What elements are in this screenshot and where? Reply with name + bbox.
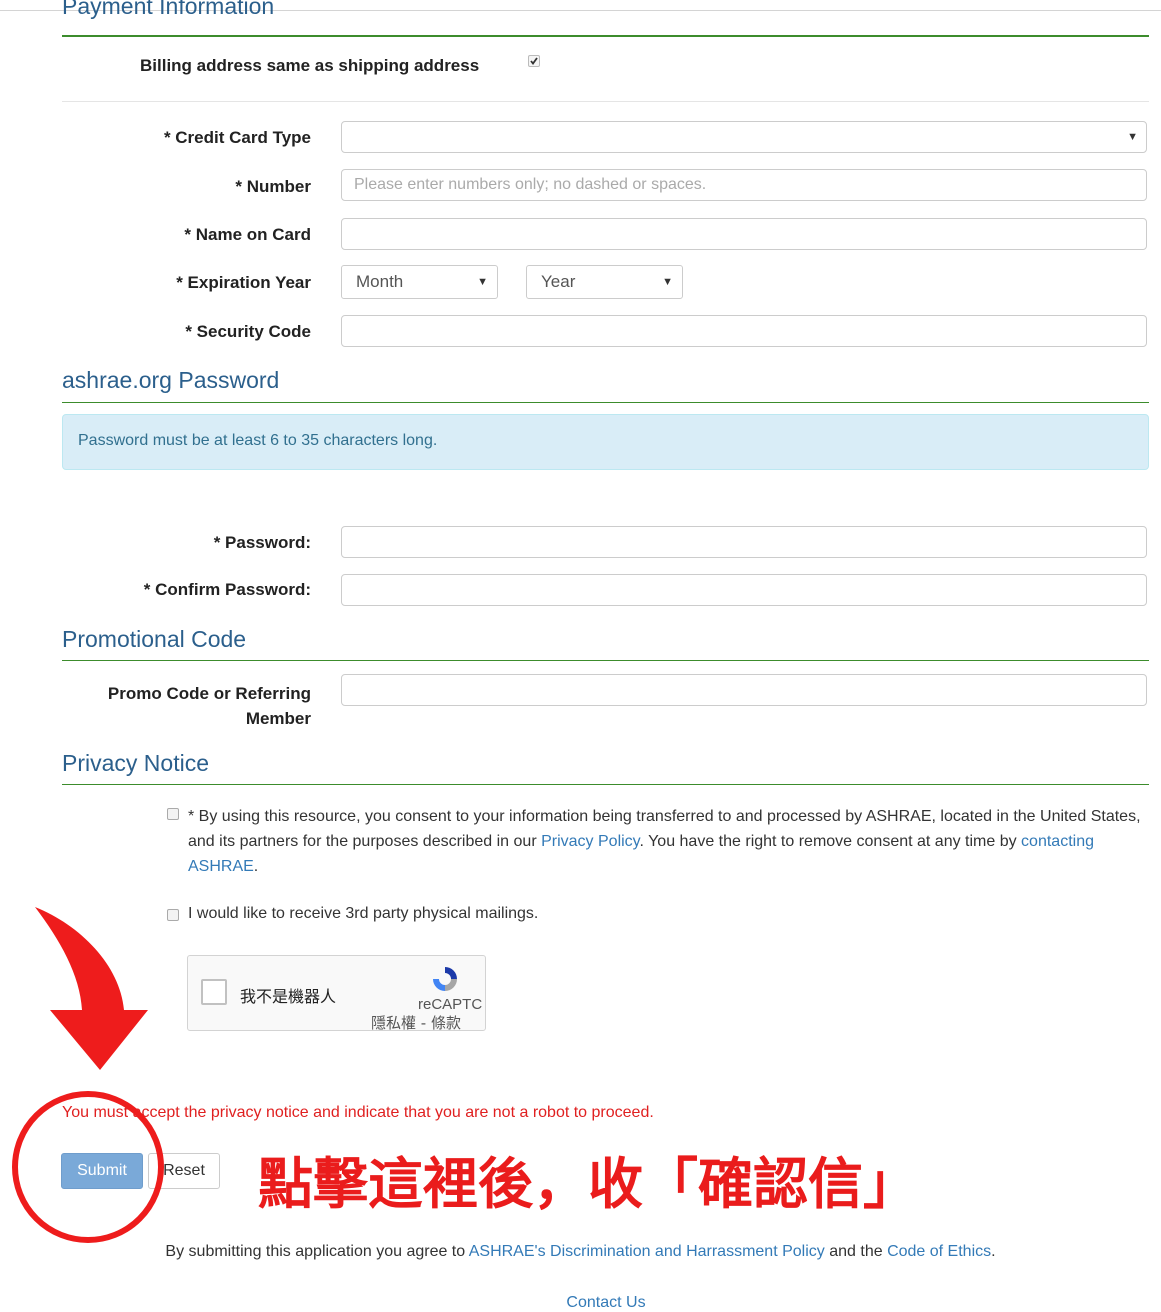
expiration-month-select[interactable]: Month ▼ [341,265,498,299]
promo-code-label-line1: Promo Code or Referring [107,684,311,703]
code-of-ethics-link[interactable]: Code of Ethics [887,1243,991,1260]
password-info-alert: Password must be at least 6 to 35 charac… [62,414,1149,470]
section-rule-privacy [62,784,1149,785]
password-label: * Password: [213,533,311,552]
name-on-card-label: * Name on Card [184,225,311,244]
privacy-consent-checkbox[interactable] [167,808,179,820]
section-rule-password [62,402,1149,403]
card-number-label: * Number [235,177,311,196]
chevron-down-icon: ▼ [662,276,673,288]
agreement-text-part: and the [824,1243,888,1260]
recaptcha-terms[interactable]: 隱私權 - 條款 [371,1012,461,1030]
recaptcha-label: 我不是機器人 [240,987,337,1006]
privacy-policy-link[interactable]: Privacy Policy [541,833,639,850]
recaptcha-widget: 我不是機器人 reCAPTC 隱私權 - 條款 [187,955,486,1031]
credit-card-type-label: * Credit Card Type [163,128,311,147]
agreement-text: By submitting this application you agree… [0,1243,1161,1261]
confirm-password-label: * Confirm Password: [143,580,311,599]
section-title-privacy: Privacy Notice [62,750,209,776]
mailings-label: I would like to receive 3rd party physic… [188,905,539,922]
highlight-circle [12,1091,164,1243]
mailings-checkbox[interactable] [167,909,179,921]
section-title-password: ashrae.org Password [62,367,280,393]
section-title-promo: Promotional Code [62,626,247,652]
chevron-down-icon: ▼ [1127,131,1138,143]
confirm-password-input[interactable] [341,574,1147,606]
recaptcha-logo-icon [433,967,457,991]
password-input[interactable] [341,526,1147,558]
expiration-month-value: Month [356,272,404,291]
red-arrow-icon [35,907,148,1070]
section-rule-promo [62,660,1149,661]
billing-same-checkbox[interactable] [528,55,540,67]
contact-us-link[interactable]: Contact Us [0,1294,1161,1312]
expiration-year-value: Year [541,272,576,291]
expiration-year-select[interactable]: Year ▼ [526,265,683,299]
privacy-consent-text: * By using this resource, you consent to… [188,804,1143,879]
section-title-payment: Payment Information [62,0,275,19]
billing-same-label: Billing address same as shipping address [140,56,480,75]
annotation-text: 點擊這裡後，收「確認信」 [258,1152,919,1216]
expiration-year-label: * Expiration Year [176,273,311,292]
chevron-down-icon: ▼ [477,276,488,288]
recaptcha-checkbox[interactable] [201,979,227,1005]
credit-card-type-select[interactable]: ▼ [341,121,1147,153]
card-number-placeholder: Please enter numbers only; no dashed or … [354,176,707,193]
section-rule-payment [62,35,1149,37]
agreement-text-part: By submitting this application you agree… [165,1243,469,1260]
promo-code-label: Promo Code or Referring Member [60,681,311,731]
promo-code-input[interactable] [341,674,1147,706]
error-message: You must accept the privacy notice and i… [62,1104,654,1121]
security-code-label: * Security Code [185,322,311,341]
divider [62,101,1149,102]
promo-code-label-line2: Member [245,709,311,728]
discrimination-policy-link[interactable]: ASHRAE's Discrimination and Harrassment … [469,1243,825,1260]
checkmark-icon [530,57,538,65]
name-on-card-input[interactable] [341,218,1147,250]
agreement-text-part: . [991,1243,996,1260]
security-code-input[interactable] [341,315,1147,347]
card-number-input[interactable]: Please enter numbers only; no dashed or … [341,169,1147,201]
consent-text-part: . You have the right to remove consent a… [639,833,1022,850]
recaptcha-brand: reCAPTC [418,996,483,1013]
consent-text-part: . [253,858,259,875]
